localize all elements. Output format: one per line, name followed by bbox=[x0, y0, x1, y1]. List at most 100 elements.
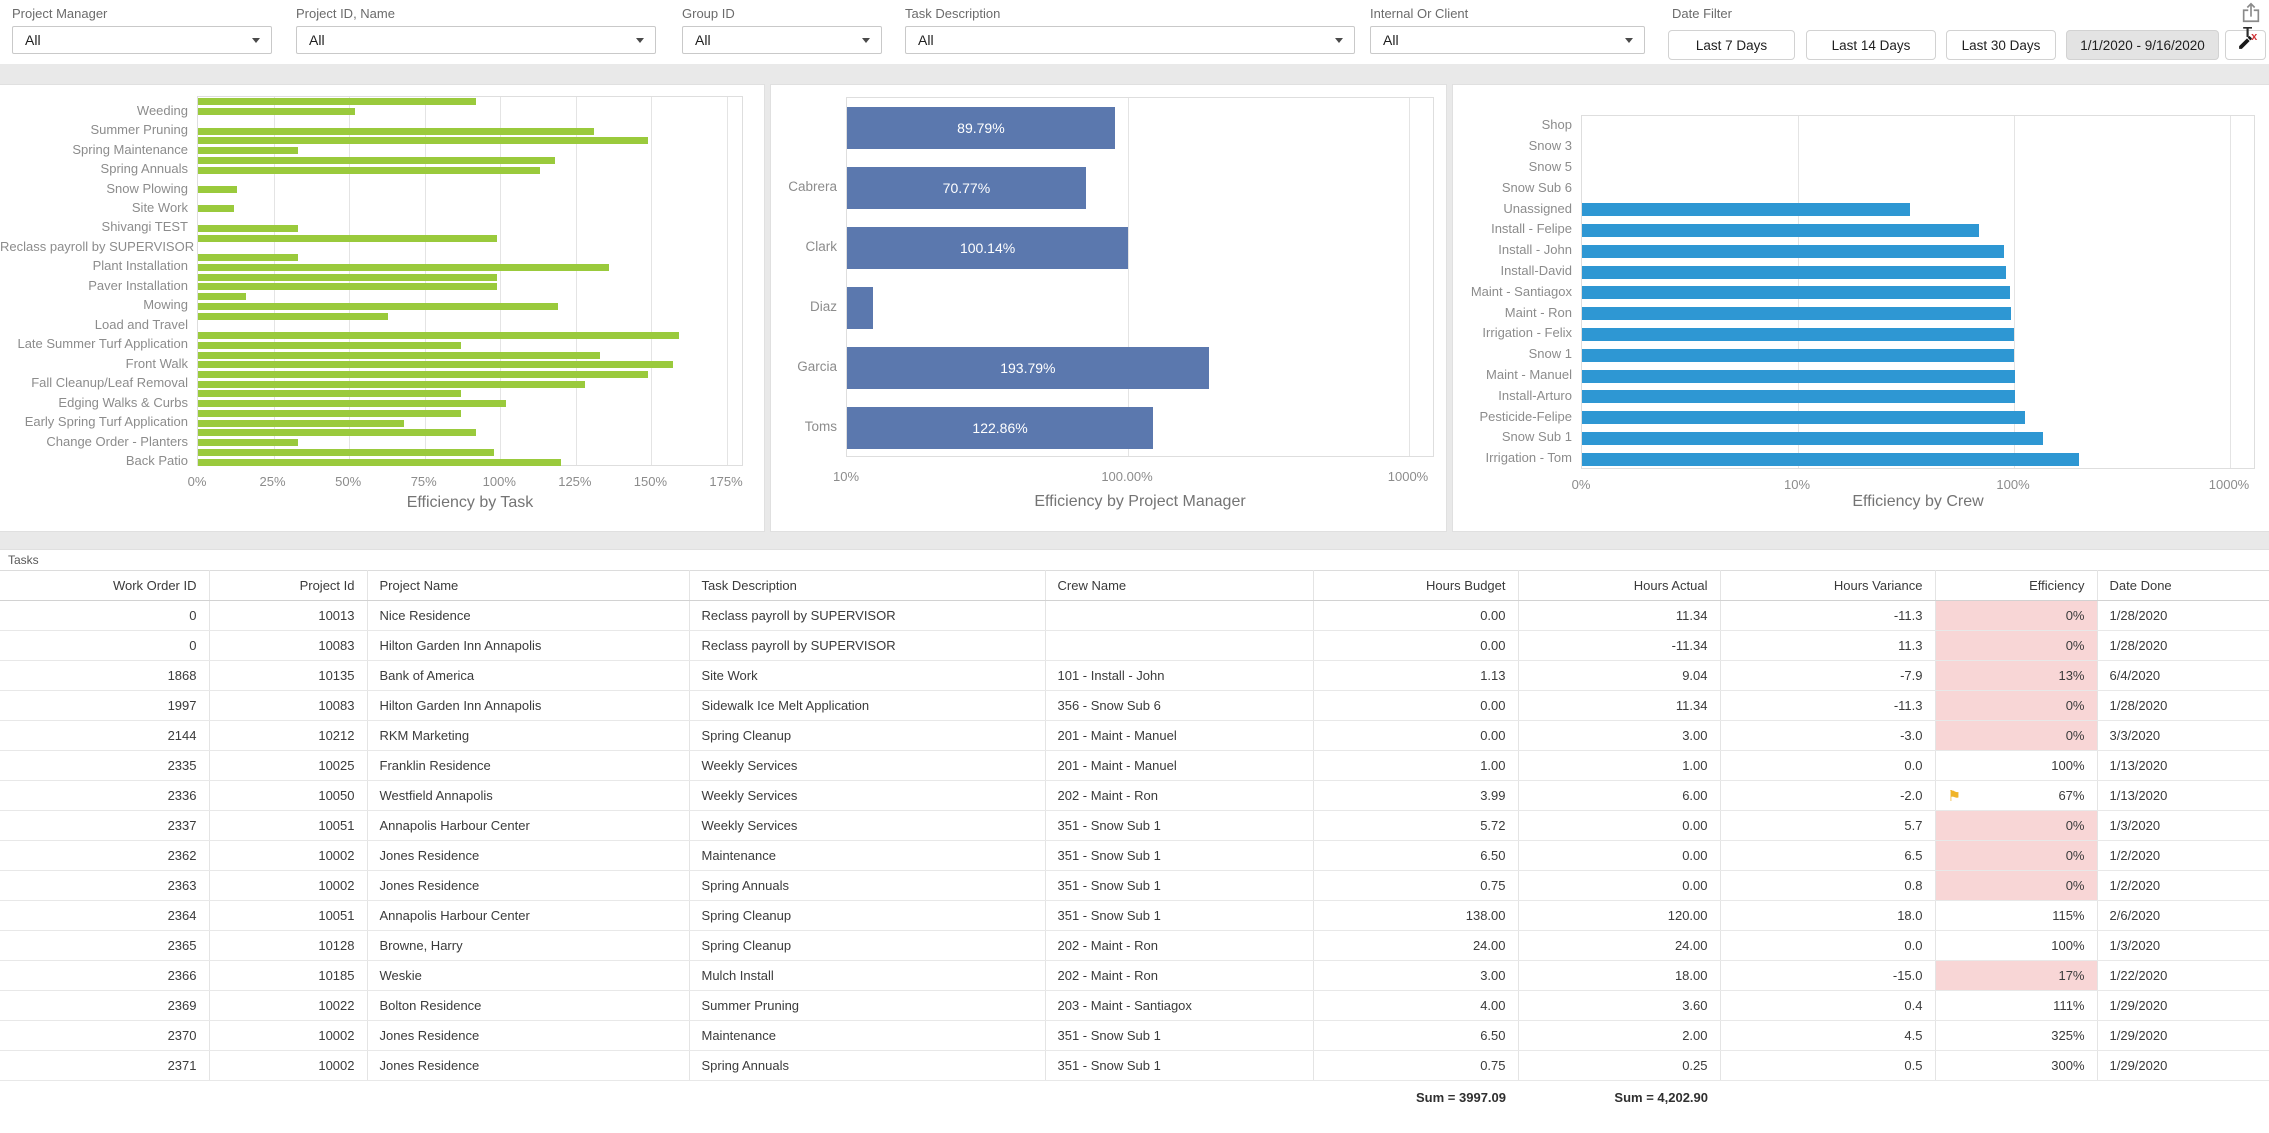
column-header-hours-actual[interactable]: Hours Actual bbox=[1518, 571, 1720, 601]
category-label: Clark bbox=[771, 237, 837, 257]
bar[interactable] bbox=[198, 205, 234, 212]
table-row[interactable]: 237110002Jones ResidenceSpring Annuals35… bbox=[0, 1051, 2269, 1081]
bar[interactable] bbox=[198, 361, 673, 368]
clear-filter-icon[interactable]: Tx bbox=[2243, 24, 2258, 42]
cell-date-done: 6/4/2020 bbox=[2097, 661, 2269, 691]
cell-hours-actual: 0.00 bbox=[1518, 871, 1720, 901]
bar[interactable] bbox=[198, 410, 461, 417]
bar[interactable] bbox=[198, 449, 494, 456]
column-header-hours-budget[interactable]: Hours Budget bbox=[1313, 571, 1518, 601]
bar[interactable] bbox=[198, 254, 298, 261]
bar[interactable] bbox=[1582, 349, 2014, 362]
bar[interactable] bbox=[198, 157, 555, 164]
column-header-crew-name[interactable]: Crew Name bbox=[1045, 571, 1313, 601]
table-row[interactable]: 236210002Jones ResidenceMaintenance351 -… bbox=[0, 841, 2269, 871]
bar[interactable] bbox=[1582, 453, 2079, 466]
column-header-task-description[interactable]: Task Description bbox=[689, 571, 1045, 601]
bar[interactable] bbox=[198, 371, 648, 378]
bar[interactable] bbox=[1582, 370, 2015, 383]
bar[interactable] bbox=[1582, 245, 2004, 258]
bar[interactable]: 193.79% bbox=[847, 347, 1209, 389]
bar[interactable] bbox=[198, 313, 388, 320]
cell-crew-name bbox=[1045, 601, 1313, 631]
bar[interactable] bbox=[198, 167, 540, 174]
cell-hours-variance: -11.3 bbox=[1720, 601, 1935, 631]
cell-hours-variance: -3.0 bbox=[1720, 721, 1935, 751]
bar[interactable] bbox=[198, 235, 497, 242]
column-header-project-id[interactable]: Project Id bbox=[209, 571, 367, 601]
bar[interactable] bbox=[847, 287, 873, 329]
bar[interactable] bbox=[198, 293, 246, 300]
bar[interactable] bbox=[198, 108, 355, 115]
bar[interactable] bbox=[198, 225, 298, 232]
table-row[interactable]: 236610185WeskieMulch Install202 - Maint … bbox=[0, 961, 2269, 991]
bar[interactable]: 89.79% bbox=[847, 107, 1115, 149]
table-row[interactable]: 236310002Jones ResidenceSpring Annuals35… bbox=[0, 871, 2269, 901]
column-header-project-name[interactable]: Project Name bbox=[367, 571, 689, 601]
project-manager-dropdown[interactable]: All bbox=[12, 26, 272, 54]
bar[interactable] bbox=[198, 381, 585, 388]
bar[interactable] bbox=[198, 342, 461, 349]
column-header-hours-variance[interactable]: Hours Variance bbox=[1720, 571, 1935, 601]
bar[interactable] bbox=[198, 283, 497, 290]
table-row[interactable]: 236510128Browne, HarrySpring Cleanup202 … bbox=[0, 931, 2269, 961]
bar[interactable] bbox=[198, 420, 404, 427]
bar[interactable] bbox=[198, 147, 298, 154]
table-row[interactable]: 010013Nice ResidenceReclass payroll by S… bbox=[0, 601, 2269, 631]
bar[interactable] bbox=[198, 264, 609, 271]
last-30-days-button[interactable]: Last 30 Days bbox=[1946, 30, 2056, 60]
table-row[interactable]: 010083Hilton Garden Inn AnnapolisReclass… bbox=[0, 631, 2269, 661]
date-range-button[interactable]: 1/1/2020 - 9/16/2020 bbox=[2066, 30, 2219, 60]
bar[interactable] bbox=[198, 186, 237, 193]
table-row[interactable]: 233710051Annapolis Harbour CenterWeekly … bbox=[0, 811, 2269, 841]
table-row[interactable]: 186810135Bank of AmericaSite Work101 - I… bbox=[0, 661, 2269, 691]
bar[interactable] bbox=[198, 137, 648, 144]
bar[interactable] bbox=[198, 98, 476, 105]
cell-task-description: Weekly Services bbox=[689, 781, 1045, 811]
bar[interactable] bbox=[198, 439, 298, 446]
bar[interactable] bbox=[198, 128, 594, 135]
table-row[interactable]: 233510025Franklin ResidenceWeekly Servic… bbox=[0, 751, 2269, 781]
cell-hours-variance: -15.0 bbox=[1720, 961, 1935, 991]
bar[interactable]: 122.86% bbox=[847, 407, 1153, 449]
last-7-days-button[interactable]: Last 7 Days bbox=[1668, 30, 1795, 60]
category-label: Diaz bbox=[771, 297, 837, 317]
column-header-work-order-id[interactable]: Work Order ID bbox=[0, 571, 209, 601]
cell-hours-budget: 138.00 bbox=[1313, 901, 1518, 931]
task-description-dropdown[interactable]: All bbox=[905, 26, 1355, 54]
bar[interactable] bbox=[198, 459, 561, 466]
bar[interactable]: 70.77% bbox=[847, 167, 1086, 209]
bar[interactable] bbox=[1582, 432, 2043, 445]
bar[interactable] bbox=[1582, 307, 2011, 320]
table-row[interactable]: 199710083Hilton Garden Inn AnnapolisSide… bbox=[0, 691, 2269, 721]
bar[interactable] bbox=[198, 352, 600, 359]
cell-crew-name: 101 - Install - John bbox=[1045, 661, 1313, 691]
group-id-dropdown[interactable]: All bbox=[682, 26, 882, 54]
bar[interactable] bbox=[1582, 286, 2010, 299]
bar[interactable] bbox=[1582, 411, 2025, 424]
table-row[interactable]: 233610050Westfield AnnapolisWeekly Servi… bbox=[0, 781, 2269, 811]
bar[interactable] bbox=[1582, 328, 2014, 341]
bar[interactable] bbox=[198, 390, 461, 397]
column-header-date-done[interactable]: Date Done bbox=[2097, 571, 2269, 601]
bar[interactable] bbox=[1582, 224, 1979, 237]
bar[interactable] bbox=[1582, 390, 2015, 403]
bar[interactable] bbox=[198, 332, 679, 339]
bar[interactable] bbox=[1582, 266, 2006, 279]
project-id-name-dropdown[interactable]: All bbox=[296, 26, 656, 54]
bar[interactable] bbox=[198, 400, 506, 407]
hours-budget-sum: Sum = 3997.09 bbox=[1313, 1081, 1518, 1115]
bar[interactable] bbox=[198, 429, 476, 436]
bar[interactable]: 100.14% bbox=[847, 227, 1128, 269]
bar[interactable] bbox=[198, 303, 558, 310]
bar[interactable] bbox=[1582, 203, 1910, 216]
column-header-efficiency[interactable]: Efficiency bbox=[1935, 571, 2097, 601]
last-14-days-button[interactable]: Last 14 Days bbox=[1806, 30, 1936, 60]
table-row[interactable]: 214410212RKM MarketingSpring Cleanup201 … bbox=[0, 721, 2269, 751]
internal-or-client-dropdown[interactable]: All bbox=[1370, 26, 1645, 54]
category-label: Paver Installation bbox=[0, 276, 188, 296]
table-row[interactable]: 236410051Annapolis Harbour CenterSpring … bbox=[0, 901, 2269, 931]
table-row[interactable]: 236910022Bolton ResidenceSummer Pruning2… bbox=[0, 991, 2269, 1021]
table-row[interactable]: 237010002Jones ResidenceMaintenance351 -… bbox=[0, 1021, 2269, 1051]
bar[interactable] bbox=[198, 274, 497, 281]
